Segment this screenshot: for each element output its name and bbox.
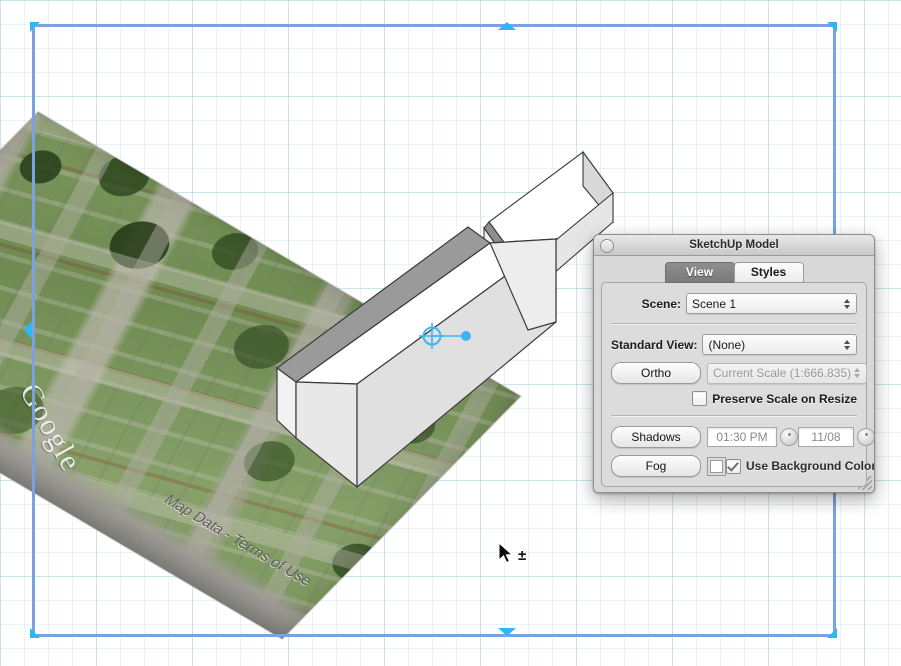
resize-handle-bottom-center[interactable] — [498, 628, 516, 636]
shadow-time-stepper[interactable] — [780, 428, 798, 446]
dialog-footer: Render Auto Raster — [601, 487, 867, 492]
shadow-date-field[interactable]: 11/08 — [798, 427, 854, 447]
chevron-updown-icon — [843, 297, 852, 311]
ortho-row: Ortho Current Scale (1:666.835) — [611, 362, 868, 384]
sketchup-model-dialog[interactable]: SketchUp Model View Styles Scene: Scene … — [593, 234, 875, 493]
tab-styles[interactable]: Styles — [733, 262, 804, 283]
shadows-row: Shadows 01:30 PM 11/08 — [611, 426, 874, 448]
close-icon[interactable] — [600, 239, 614, 253]
ortho-button[interactable]: Ortho — [611, 362, 701, 384]
scene-label: Scene: — [641, 296, 681, 311]
dialog-titlebar[interactable]: SketchUp Model — [594, 235, 874, 256]
cursor-plus-minus-badge: ± — [518, 547, 527, 564]
scene-value: Scene 1 — [692, 296, 737, 311]
rotation-axis-widget[interactable] — [408, 318, 478, 362]
shadow-date-stepper[interactable] — [857, 428, 874, 446]
building-front-end-wall — [295, 381, 358, 489]
dialog-tabs[interactable]: View Styles — [601, 262, 867, 283]
standard-view-label: Standard View: — [611, 337, 698, 352]
preserve-scale-row: Preserve Scale on Resize — [611, 391, 857, 406]
scene-select[interactable]: Scene 1 — [686, 293, 857, 314]
use-background-color-checkbox[interactable] — [726, 458, 741, 474]
resize-handle-top-left[interactable] — [30, 22, 40, 32]
divider-2 — [611, 415, 857, 417]
standard-view-row: Standard View: (None) — [611, 334, 857, 355]
current-scale-select: Current Scale (1:666.835) — [707, 362, 868, 384]
fog-button[interactable]: Fog — [611, 455, 701, 477]
shadow-time-field[interactable]: 01:30 PM — [707, 427, 777, 447]
fog-row: Fog Use Background Color — [611, 455, 874, 477]
preserve-scale-label: Preserve Scale on Resize — [712, 391, 857, 406]
resize-handle-left-middle[interactable] — [24, 321, 32, 339]
scene-row: Scene: Scene 1 — [611, 293, 857, 314]
resize-handle-bottom-right[interactable] — [827, 628, 837, 638]
view-tab-panel: Scene: Scene 1 Standard View: (None) Ort… — [601, 282, 874, 487]
fog-color-well[interactable] — [707, 456, 726, 476]
dialog-title: SketchUp Model — [689, 239, 779, 251]
resize-handle-top-right[interactable] — [827, 22, 837, 32]
current-scale-value: Current Scale (1:666.835) — [713, 366, 852, 380]
mouse-cursor-icon — [498, 542, 514, 564]
chevron-updown-icon — [843, 338, 852, 352]
resize-handle-top-center[interactable] — [498, 22, 516, 30]
tab-view[interactable]: View — [664, 262, 735, 283]
shadows-button[interactable]: Shadows — [611, 426, 701, 448]
standard-view-value: (None) — [708, 337, 746, 352]
standard-view-select[interactable]: (None) — [702, 334, 857, 355]
divider-1 — [611, 323, 857, 325]
use-background-color-label: Use Background Color — [746, 459, 875, 473]
preserve-scale-checkbox[interactable] — [692, 391, 708, 406]
axis-grip-dot[interactable] — [461, 331, 471, 341]
resize-handle-bottom-left[interactable] — [30, 628, 40, 638]
chevron-updown-icon — [853, 366, 862, 380]
